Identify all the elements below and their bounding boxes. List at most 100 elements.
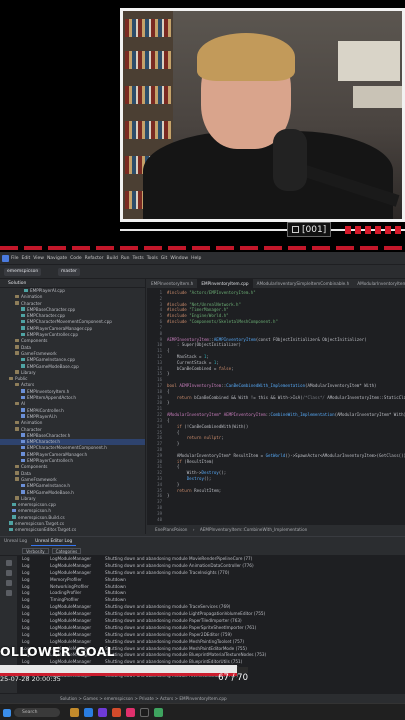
log-filter-dropdown[interactable]: Categories [51, 548, 82, 554]
code-token: #include [167, 301, 190, 307]
code-token: MaxStack = [167, 353, 204, 359]
code-token: ; [206, 353, 209, 359]
file-explorer-icon[interactable] [70, 708, 79, 717]
log-verbosity: Log [22, 556, 30, 561]
code-line[interactable] [167, 517, 405, 522]
log-category: LogModuleManager [50, 562, 92, 568]
tree-item-label: Components [21, 338, 48, 344]
menu-item-tools[interactable]: Tools [147, 256, 158, 261]
editor-tab[interactable]: AModularInventoryItem.h [353, 279, 405, 288]
menu-item-navigate[interactable]: Navigate [47, 256, 67, 261]
project-selector[interactable]: ememspicson [4, 268, 42, 276]
code-line[interactable]: bool AEMPInventoryItem::CanBeCombinedWit… [167, 383, 405, 389]
editor-tab[interactable]: AModularInventorySimpleItemCombinable.h [253, 279, 354, 288]
start-icon[interactable] [3, 709, 11, 717]
file-icon [21, 490, 25, 494]
unreal-icon[interactable] [140, 708, 149, 717]
tree-item-label: EMPGameInstance.cpp [27, 357, 76, 363]
menu-item-refactor[interactable]: Refactor [85, 256, 104, 261]
browser-icon[interactable] [84, 708, 93, 717]
tree-item-label: EMPPlayerCameraManager.h [27, 451, 88, 457]
log-row[interactable]: Log MemoryProfiler Shutdown [0, 577, 405, 584]
menu-item-run[interactable]: Run [121, 256, 130, 261]
log-row[interactable]: Log NetworkingProfiler Shutdown [0, 584, 405, 591]
rider-icon[interactable] [126, 708, 135, 717]
log-category: LoadingProfiler [50, 590, 82, 596]
status-path[interactable]: Solution > Games > ememspicson > Private… [60, 696, 227, 701]
menu-item-file[interactable]: File [11, 256, 19, 261]
breadcrumb-file[interactable]: EnePlansPoison [155, 527, 187, 532]
code-token: { [167, 348, 170, 354]
code-token: } [167, 481, 180, 487]
editor-breadcrumb: EnePlansPoison › AEMPInventoryItem::Comb… [147, 524, 405, 534]
file-icon [21, 483, 25, 488]
log-row[interactable]: Log TimingProfiler Shutdown [0, 597, 405, 604]
log-row[interactable]: Log LogModuleManager Shutting down and aba… [0, 618, 405, 625]
code-token: } [167, 371, 170, 377]
menu-item-help[interactable]: Help [191, 256, 201, 261]
code-token: bCanBeCombined = [167, 365, 219, 371]
webcam-video [120, 8, 405, 222]
code-token: (AModularInventoryItem* With) [305, 383, 377, 388]
tree-item-label: ememspicson.cpp [18, 502, 56, 508]
obs-icon[interactable] [112, 708, 121, 717]
branch-selector[interactable]: master [58, 268, 80, 276]
log-row[interactable]: Log LogModuleManager Shutting down and aba… [0, 625, 405, 632]
code-token: { [167, 417, 170, 423]
code-token: (AModularInventoryItem* With) [334, 412, 405, 418]
menu-item-edit[interactable]: Edit [22, 256, 31, 261]
folder-icon [15, 370, 19, 374]
menu-item-build[interactable]: Build [107, 256, 118, 261]
discord-icon[interactable] [98, 708, 107, 717]
status-bar: Solution > Games > ememspicson > Private… [0, 693, 405, 703]
log-row[interactable]: Log LogModuleManager Shutting down and aba… [0, 570, 405, 577]
tree-item-label: Public [15, 376, 28, 382]
file-icon [12, 515, 16, 519]
folder-icon [15, 464, 19, 469]
folder-icon [15, 477, 19, 481]
tree-item[interactable]: ememspicsonEditor.Target.cs [0, 527, 145, 533]
code-token: #include [167, 290, 190, 295]
tree-item-label: EMPBaseCharacter.h [27, 432, 71, 438]
log-tab[interactable]: Unreal Log [0, 537, 31, 546]
editor-tab[interactable]: EMPInventoryItem.h [147, 279, 197, 288]
log-row[interactable]: Log LogModuleManager Shutting down and aba… [0, 604, 405, 611]
spotify-icon[interactable] [154, 708, 163, 717]
log-tab[interactable]: Unreal Editor Log [31, 537, 77, 546]
menu-item-git[interactable]: Git [161, 256, 168, 261]
log-verbosity: Log [22, 562, 30, 568]
log-verbosity: Log [22, 576, 30, 582]
code-line[interactable]: return bCanBeCombined && With != this &&… [167, 395, 405, 401]
file-icon [21, 307, 25, 311]
log-message: Shutting down and abandoning module Trac… [105, 569, 230, 575]
menu-item-view[interactable]: View [33, 256, 44, 261]
follower-goal-title: OLLOWER GOAL [0, 644, 115, 659]
tree-item-label: Library [21, 369, 36, 375]
taskbar-search[interactable]: Search [14, 708, 60, 717]
code-token: With-> [167, 470, 202, 476]
tree-item-label: ememspicson.Build.cs [18, 514, 65, 520]
menu-item-window[interactable]: Window [170, 256, 188, 261]
log-row[interactable]: Log LogModuleManager Shutting down and aba… [0, 563, 405, 570]
code-token: ; [231, 365, 234, 371]
log-row[interactable]: Log LogModuleManager Shutting down and aba… [0, 556, 405, 563]
editor-tab[interactable]: EMPInventoryItem.cpp [197, 279, 253, 288]
file-icon [24, 288, 28, 292]
menu-item-tests[interactable]: Tests [132, 256, 143, 261]
code-token: AModularInventoryItem::StaticClass()); [327, 394, 405, 400]
line-number: 40 [157, 516, 162, 522]
webcam-badge: [001] [287, 222, 332, 237]
tree-item-label: ememspicsonEditor.Target.cs [15, 527, 77, 533]
code-area[interactable]: #include "Actors/EMPInventoryItem.h" #inc… [167, 290, 405, 522]
log-row[interactable]: Log LoadingProfiler Shutdown [0, 590, 405, 597]
menu-item-code[interactable]: Code [70, 256, 82, 261]
log-row[interactable]: Log LogModuleManager Shutting down and aba… [0, 611, 405, 618]
project-panel-title[interactable]: Solution [0, 279, 145, 288]
log-filter-dropdown[interactable]: Verbosity [22, 548, 49, 554]
code-token: if [167, 458, 185, 464]
log-category: LogModuleManager [50, 618, 92, 624]
breadcrumb-symbol[interactable]: AEMPInventoryItem::CombineWith_Implement… [200, 527, 307, 532]
code-token: "Engine/World.h" [189, 313, 229, 319]
file-icon [21, 389, 25, 393]
code-line[interactable]: AModularInventoryItem* AEMPInventoryItem… [167, 412, 405, 418]
